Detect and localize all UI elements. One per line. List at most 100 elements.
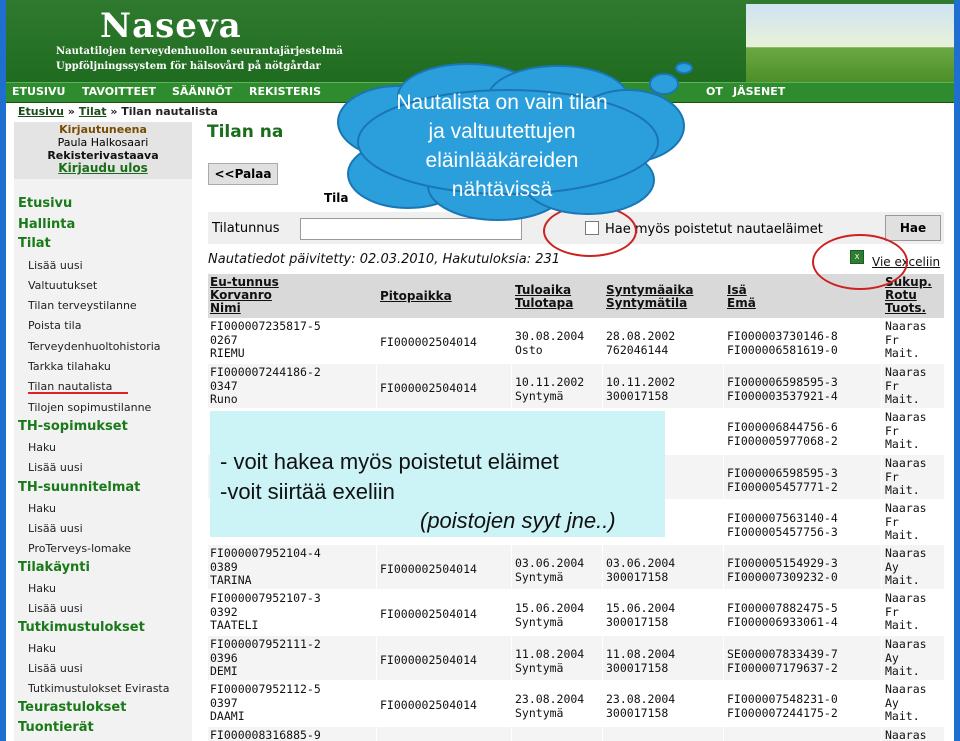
cell-prod: Mait. [885, 392, 920, 406]
table-row[interactable]: FI000007952107-3 0392 TAATELI FI00000250401… [208, 590, 944, 634]
cell-mother: FI000005977068-2 [727, 433, 838, 448]
col-header-parents[interactable]: Isä Emä [727, 284, 756, 310]
cell-father: FI000005154929-3 [727, 556, 838, 570]
sidebar-teurastulokset[interactable]: Teurastulokset [18, 700, 126, 715]
sidebar-tutkimustulokset[interactable]: Tutkimustulokset [18, 620, 145, 635]
cell-sex: Naaras [885, 728, 927, 741]
table-cell: SE000007833439-7 FI000007179637-2 [727, 647, 838, 675]
table-cell: 28.08.2002 762046144 [606, 329, 675, 357]
cell-birth_farm: 762046144 [606, 342, 669, 357]
table-cell: FI000007563140-4 FI000005457756-3 [727, 511, 838, 539]
login-user: Paula Halkosaari [57, 136, 149, 149]
site-logo[interactable]: Naseva [100, 6, 242, 46]
note-line-3: (poistojen syyt jne..) [420, 508, 616, 533]
nav-rekisteri[interactable]: REKISTERIS [249, 85, 321, 98]
sidebar-item-haku[interactable]: Haku [28, 502, 56, 515]
sidebar-tuontierat[interactable]: Tuontierät [18, 720, 94, 735]
table-cell: Naaras Fr Mait. [885, 501, 927, 543]
sidebar-tilakaynti[interactable]: Tilakäynti [18, 560, 90, 575]
cell-breed: Fr [885, 514, 899, 529]
nav-saannot[interactable]: SÄÄNNÖT [172, 85, 232, 98]
table-cell: 10.11.2002 Syntymä [515, 375, 584, 403]
cell-birth_date: 15.06.2004 [606, 601, 676, 615]
nav-tavoitteet[interactable]: TAVOITTEET [82, 85, 156, 98]
page-title: Tilan na [207, 122, 284, 142]
cell-site: FI000002504014 [380, 698, 477, 712]
col-header-id[interactable]: Eu-tunnus Korvanro Nimi [210, 276, 279, 315]
sidebar-item-sopimustilanne[interactable]: Tilojen sopimustilanne [28, 401, 151, 414]
breadcrumb-home[interactable]: Etusivu [18, 105, 64, 118]
column-divider [723, 727, 724, 741]
sidebar-item-lisaa-uusi[interactable]: Lisää uusi [28, 662, 83, 675]
cell-breed: Fr [885, 604, 899, 619]
back-button[interactable]: <<Palaa [208, 163, 278, 185]
sidebar-item-tarkka-tilahaku[interactable]: Tarkka tilahaku [28, 360, 111, 373]
sidebar-item-lisaa-uusi[interactable]: Lisää uusi [28, 602, 83, 615]
sidebar-th-suunnitelmat[interactable]: TH-suunnitelmat [18, 480, 140, 495]
sidebar-item-poista-tila[interactable]: Poista tila [28, 319, 81, 332]
sidebar-item-valtuutukset[interactable]: Valtuutukset [28, 279, 97, 292]
nav-jasenet[interactable]: JÄSENET [733, 85, 785, 98]
sidebar-item-haku[interactable]: Haku [28, 642, 56, 655]
column-divider [511, 681, 512, 725]
cell-father: FI000003730146-8 [727, 329, 838, 343]
table-cell: Naaras Fr Mait. [885, 365, 927, 407]
sidebar-tilat[interactable]: Tilat [18, 236, 51, 251]
sidebar-item-terveystilanne[interactable]: Tilan terveystilanne [28, 299, 137, 312]
table-row[interactable]: FI000007952112-5 0397 DAAMI FI000002504014 2… [208, 681, 944, 725]
table-row[interactable]: FI000007952104-4 0389 TARINA FI000002504014… [208, 545, 944, 589]
search-button[interactable]: Hae [885, 215, 941, 241]
cell-name: Runo [210, 392, 238, 406]
sidebar-item-terveydenhuoltohistoria[interactable]: Terveydenhuoltohistoria [28, 340, 161, 353]
cell-mother: FI000005457771-2 [727, 479, 838, 494]
table-cell: FI000007548231-0 FI000007244175-2 [727, 692, 838, 720]
column-divider [602, 318, 603, 362]
table-cell: FI000006844756-6 FI000005977068-2 [727, 420, 838, 448]
highlight-underline [28, 392, 128, 394]
cell-arr_type: Syntymä [515, 705, 564, 720]
cell-arr_type: Syntymä [515, 614, 564, 629]
table-row[interactable]: FI000007235817-5 0267 RIEMU FI000002504014 3… [208, 318, 944, 362]
breadcrumb-current: Tilan nautalista [121, 105, 218, 118]
cell-mother: FI000007309232-0 [727, 569, 838, 584]
sidebar-hallinta[interactable]: Hallinta [18, 217, 75, 232]
breadcrumb-tilat[interactable]: Tilat [79, 105, 107, 118]
column-divider [511, 364, 512, 408]
sidebar-item-lisaa-uusi[interactable]: Lisää uusi [28, 259, 83, 272]
table-cell: FI000003730146-8 FI000006581619-0 [727, 329, 838, 357]
sidebar-etusivu[interactable]: Etusivu [18, 196, 72, 211]
column-divider [376, 318, 377, 362]
col-header-birth[interactable]: Syntymäaika Syntymätila [606, 284, 693, 310]
sidebar-item-lisaa-uusi[interactable]: Lisää uusi [28, 522, 83, 535]
table-row[interactable]: FI000007244186-2 0347 Runo FI000002504014 10… [208, 364, 944, 408]
table-row[interactable]: FI000008316885-9 Naaras [208, 727, 944, 741]
column-divider [511, 318, 512, 362]
sidebar-item-proterveys[interactable]: ProTerveys-lomake [28, 542, 131, 555]
note-line-1: - voit hakea myös poistetut eläimet [220, 449, 559, 474]
cell-breed: Fr [885, 423, 899, 438]
table-cell: FI000005154929-3 FI000007309232-0 [727, 556, 838, 584]
column-divider [376, 545, 377, 589]
logout-link[interactable]: Kirjaudu ulos [14, 162, 192, 175]
sidebar-th-sopimukset[interactable]: TH-sopimukset [18, 419, 128, 434]
breadcrumb: Etusivu » Tilat » Tilan nautalista [18, 105, 218, 118]
sidebar-item-evirasta[interactable]: Tutkimustulokset Evirasta [28, 682, 170, 695]
cell-site: FI000002504014 [380, 653, 477, 667]
col-header-site[interactable]: Pitopaikka [380, 290, 452, 303]
cell-name: DAAMI [210, 709, 245, 723]
cell-ear: 0392 [210, 604, 238, 619]
sidebar-item-lisaa-uusi[interactable]: Lisää uusi [28, 461, 83, 474]
column-divider [602, 681, 603, 725]
breadcrumb-sep: » [110, 105, 118, 118]
column-divider [602, 545, 603, 589]
column-divider [723, 636, 724, 680]
table-row[interactable]: FI000007952111-2 0396 DEMI FI000002504014 11… [208, 636, 944, 680]
col-header-arrival[interactable]: Tuloaika Tulotapa [515, 284, 573, 310]
sidebar-item-haku[interactable]: Haku [28, 582, 56, 595]
sidebar-item-haku[interactable]: Haku [28, 441, 56, 454]
cell-id: FI000007952112-5 [210, 682, 321, 696]
nav-etusivu[interactable]: ETUSIVU [12, 85, 65, 98]
cell-prod: Mait. [885, 709, 920, 723]
nav-tuotteet[interactable]: OT [706, 85, 723, 98]
annotation-circle-excel [812, 234, 908, 290]
